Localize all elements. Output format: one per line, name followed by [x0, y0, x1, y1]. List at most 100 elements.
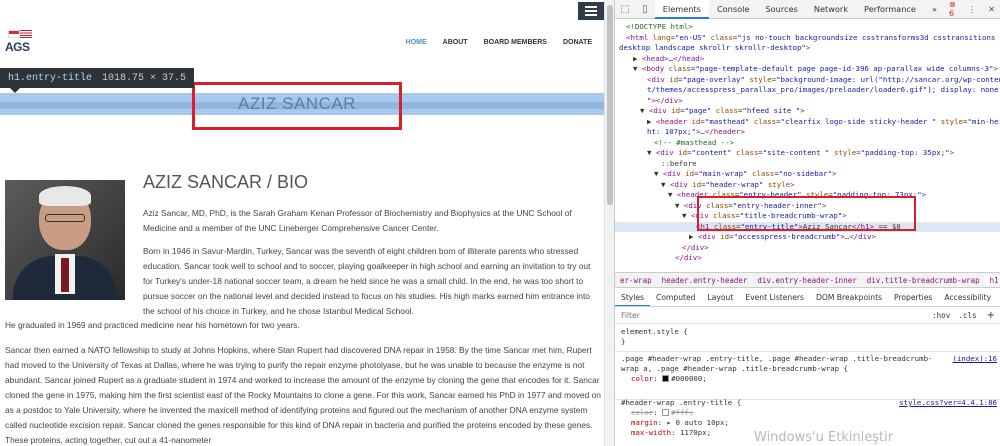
color-swatch-icon[interactable]: [662, 375, 670, 382]
prop-name: color: [631, 374, 654, 383]
nav-board-members[interactable]: BOARD MEMBERS: [476, 39, 555, 46]
dom-node-line[interactable]: </div>: [615, 253, 1000, 264]
inspect-element-icon[interactable]: ⬚: [615, 0, 635, 19]
tooltip-selector: h1.entry-title: [8, 72, 93, 84]
dom-node-line[interactable]: ▶ <head>…</head>: [615, 54, 1000, 65]
dom-node-line[interactable]: desktop landscape skrollr skrollr-deskto…: [615, 43, 1000, 54]
dom-node-line[interactable]: ▶ <div id="accesspress-breadcrumb">…</di…: [615, 232, 1000, 243]
prop-value: 1170px;: [679, 428, 712, 437]
error-count-badge[interactable]: ⊗ 6: [949, 0, 962, 18]
dom-node-line[interactable]: <!DOCTYPE html>: [615, 22, 1000, 33]
breadcrumb-item[interactable]: er-wrap: [615, 276, 657, 285]
bio-paragraph: Sancar then earned a NATO fellowship to …: [5, 345, 601, 445]
prop-name: margin: [631, 418, 658, 427]
hover-state-toggle[interactable]: :hov: [928, 311, 954, 320]
flag-icon: [8, 30, 20, 38]
us-flag-icon: [20, 30, 32, 38]
dom-node-line[interactable]: <html lang="en-US" class="js no-touch ba…: [615, 33, 1000, 44]
dom-tree[interactable]: <!DOCTYPE html> <html lang="en-US" class=…: [615, 20, 1000, 272]
dom-node-line[interactable]: ::before: [615, 159, 1000, 170]
page-scrollbar[interactable]: [604, 0, 614, 446]
dom-node-line[interactable]: </div>: [615, 243, 1000, 254]
dom-node-line[interactable]: ▼ <div id="header-wrap" style>: [615, 180, 1000, 191]
rule-source-link[interactable]: style.css?ver=4.4.1:86: [899, 398, 997, 408]
scrollbar-thumb[interactable]: [607, 5, 613, 205]
main-nav: HOME ABOUT BOARD MEMBERS DONATE: [398, 39, 600, 46]
tab-properties[interactable]: Properties: [888, 289, 938, 306]
tab-elements[interactable]: Elements: [654, 0, 709, 19]
color-swatch-icon[interactable]: [662, 409, 670, 416]
tab-sources[interactable]: Sources: [757, 0, 805, 19]
prop-name: color: [631, 408, 654, 417]
windows-activation-watermark: Windows'u Etkinleştir: [754, 430, 894, 445]
styles-tabbar: Styles Computed Layout Event Listeners D…: [615, 289, 1000, 307]
dom-node-line[interactable]: t/themes/accesspress_parallax_pro/images…: [615, 85, 1000, 96]
tab-console[interactable]: Console: [709, 0, 758, 19]
title-highlight-box: [192, 82, 402, 130]
styles-filter-bar: :hov .cls +: [615, 308, 1000, 324]
devtools-tabbar: ⬚ ▯ Elements Console Sources Network Per…: [615, 0, 1000, 19]
tab-event-listeners[interactable]: Event Listeners: [739, 289, 810, 306]
prop-value: #000000;: [671, 374, 707, 383]
breadcrumb-item-current[interactable]: h1.entry-title: [984, 275, 1000, 285]
dom-node-line[interactable]: <div id="page-overlay" style="background…: [615, 75, 1000, 86]
close-devtools-icon[interactable]: ✕: [982, 4, 1000, 14]
nav-donate[interactable]: DONATE: [555, 39, 600, 46]
nav-about[interactable]: ABOUT: [435, 39, 476, 46]
tab-performance[interactable]: Performance: [856, 0, 924, 19]
styles-filter-input[interactable]: [621, 311, 929, 320]
dom-node-line[interactable]: ▼ <div id="content" class="site-content …: [615, 148, 1000, 159]
error-count: 6: [948, 9, 955, 18]
dom-node-line[interactable]: ▼ <div id="main-wrap" class="no-sidebar"…: [615, 169, 1000, 180]
breadcrumb-item[interactable]: div.entry-header-inner: [752, 276, 861, 285]
tooltip-arrow: [10, 88, 20, 93]
dom-node-line[interactable]: ▼ <body class="page-template-default pag…: [615, 64, 1000, 75]
tooltip-dimensions: 1018.75 × 37.5: [102, 72, 187, 84]
rule-close: }: [621, 337, 626, 346]
prop-name: max-width: [631, 428, 672, 437]
more-tabs-button[interactable]: »: [924, 0, 945, 19]
tab-network[interactable]: Network: [806, 0, 856, 19]
dom-node-line[interactable]: "></div>: [615, 96, 1000, 107]
site-header: AGS HOME ABOUT BOARD MEMBERS DONATE: [0, 0, 604, 68]
nav-home[interactable]: HOME: [398, 39, 435, 46]
tab-dom-breakpoints[interactable]: DOM Breakpoints: [810, 289, 888, 306]
tab-layout[interactable]: Layout: [701, 289, 739, 306]
dom-node-line[interactable]: ht: 107px;">…</header>: [615, 127, 1000, 138]
dom-node-line[interactable]: <!-- #masthead -->: [615, 138, 1000, 149]
devtools-panel: ⬚ ▯ Elements Console Sources Network Per…: [614, 0, 1000, 446]
site-logo[interactable]: AGS: [5, 30, 35, 60]
portrait-photo: [5, 180, 125, 300]
style-rule-entry-title[interactable]: (index):16 .page #header-wrap .entry-tit…: [615, 352, 1000, 400]
breadcrumb-item[interactable]: header.entry-header: [657, 276, 753, 285]
prop-value: #fff;: [671, 408, 694, 417]
website-viewport: AGS HOME ABOUT BOARD MEMBERS DONATE AZIZ…: [0, 0, 614, 446]
bio-paragraph: He graduated in 1969 and practiced medic…: [5, 320, 300, 330]
logo-text: AGS: [5, 40, 30, 54]
device-toolbar-icon[interactable]: ▯: [635, 0, 655, 19]
rule-declaration[interactable]: color: #000000;: [621, 374, 995, 384]
rule-declaration[interactable]: margin: ▸ 0 auto 10px;: [621, 418, 995, 428]
style-rule-element[interactable]: element.style { }: [615, 325, 1000, 352]
bio-paragraph: Aziz Sancar, MD, PhD, is the Sarah Graha…: [143, 208, 572, 233]
bio-paragraph: Born in 1946 in Savur-Mardin, Turkey, Sa…: [143, 246, 591, 316]
devtools-menu-icon[interactable]: ⋮: [962, 4, 982, 14]
tab-computed[interactable]: Computed: [650, 289, 701, 306]
rule-declaration[interactable]: color: #fff;: [621, 408, 995, 418]
tab-styles[interactable]: Styles: [615, 289, 651, 306]
dom-breadcrumbs: er-wrap header.entry-header div.entry-he…: [615, 272, 1000, 288]
class-toggle[interactable]: .cls: [954, 311, 980, 320]
prop-value: ▸ 0 auto 10px;: [666, 418, 729, 427]
tab-accessibility[interactable]: Accessibility: [938, 289, 997, 306]
rule-selector: element.style {: [621, 327, 688, 336]
rule-source-link[interactable]: (index):16: [953, 354, 998, 364]
dom-node-line[interactable]: ▶ <header id="masthead" class="clearfix …: [615, 117, 1000, 128]
breadcrumb-item[interactable]: div.title-breadcrumb-wrap: [862, 276, 985, 285]
selected-node-highlight-box: [697, 196, 916, 231]
inspect-tooltip: h1.entry-title 1018.75 × 37.5: [0, 68, 195, 88]
bio-heading: AZIZ SANCAR / BIO: [143, 172, 309, 192]
hamburger-menu-icon[interactable]: [578, 2, 604, 20]
new-style-rule-button[interactable]: +: [981, 310, 1000, 321]
rule-selector: .page #header-wrap .entry-title, .page #…: [621, 354, 933, 373]
dom-node-line[interactable]: ▼ <div id="page" class="hfeed site ">: [615, 106, 1000, 117]
